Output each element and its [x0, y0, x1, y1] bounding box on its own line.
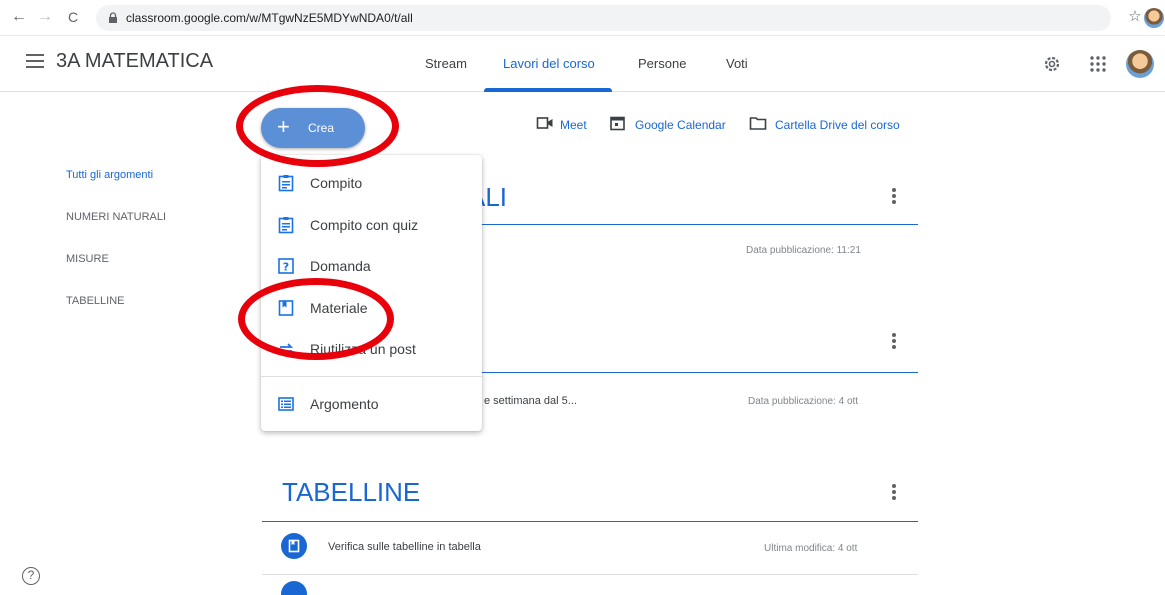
more-options-icon[interactable] — [892, 484, 896, 502]
menu-item-reuse-post[interactable]: Riutilizza un post — [261, 329, 482, 369]
menu-item-material[interactable]: Materiale — [261, 288, 482, 328]
menu-item-label: Argomento — [310, 396, 379, 412]
settings-gear-icon[interactable] — [1042, 54, 1062, 74]
apps-grid-icon[interactable] — [1088, 54, 1108, 74]
create-menu: Compito Compito con quiz ? Domanda Mater… — [261, 155, 482, 431]
more-options-icon[interactable] — [892, 188, 896, 206]
list-item-title[interactable]: e settimana dal 5... — [484, 395, 577, 407]
item-date: Data pubblicazione: 11:21 — [746, 245, 861, 256]
menu-item-label: Materiale — [310, 300, 368, 316]
topic-misure[interactable]: MISURE — [66, 253, 109, 265]
tab-grades[interactable]: Voti — [726, 56, 748, 71]
item-date: Data pubblicazione: 4 ott — [748, 396, 859, 407]
assignment-icon — [278, 175, 294, 192]
browser-profile-avatar[interactable] — [1144, 8, 1164, 28]
more-options-icon[interactable] — [892, 333, 896, 351]
google-calendar-link[interactable]: Google Calendar — [635, 118, 726, 132]
reuse-icon — [278, 343, 294, 355]
app-header: 3A MATEMATICA Stream Lavori del corso Pe… — [0, 36, 1165, 92]
bookmark-star-icon[interactable]: ☆ — [1124, 6, 1146, 28]
menu-item-label: Compito — [310, 175, 363, 191]
help-icon[interactable]: ? — [22, 567, 40, 585]
menu-item-label: Compito con quiz — [310, 217, 419, 233]
menu-item-label: Domanda — [310, 258, 371, 274]
account-avatar[interactable] — [1126, 50, 1154, 78]
active-tab-indicator — [484, 88, 612, 92]
tab-stream[interactable]: Stream — [425, 56, 467, 71]
tab-classwork[interactable]: Lavori del corso — [503, 56, 595, 71]
plus-icon: + — [277, 114, 290, 139]
material-item-icon — [281, 533, 307, 559]
menu-item-assignment[interactable]: Compito — [261, 163, 482, 203]
topic-icon — [278, 397, 294, 411]
section-title-tabelline: TABELLINE — [282, 477, 421, 507]
menu-item-label: Riutilizza un post — [310, 341, 416, 357]
tab-people[interactable]: Persone — [638, 56, 686, 71]
address-bar[interactable]: classroom.google.com/w/MTgwNzE5MDYwNDA0/… — [96, 5, 1111, 31]
class-title[interactable]: 3A MATEMATICA — [56, 50, 213, 73]
material-icon — [278, 300, 294, 316]
reload-icon[interactable]: C — [62, 6, 84, 28]
quiz-assignment-icon — [278, 217, 294, 234]
meet-link[interactable]: Meet — [560, 118, 587, 132]
section-divider — [262, 521, 918, 522]
svg-text:?: ? — [283, 261, 289, 274]
item-date: Ultima modifica: 4 ott — [764, 543, 858, 554]
menu-item-question[interactable]: ? Domanda — [261, 246, 482, 286]
menu-divider — [261, 376, 482, 377]
back-icon[interactable]: ← — [8, 6, 30, 28]
drive-folder-link[interactable]: Cartella Drive del corso — [775, 118, 900, 132]
row-divider — [262, 574, 918, 575]
video-camera-icon — [536, 117, 553, 129]
question-icon: ? — [278, 258, 294, 274]
menu-item-quiz-assignment[interactable]: Compito con quiz — [261, 205, 482, 245]
browser-toolbar: ← → C classroom.google.com/w/MTgwNzE5MDY… — [0, 0, 1165, 36]
hamburger-menu-icon[interactable] — [26, 54, 44, 68]
forward-icon[interactable]: → — [34, 6, 56, 28]
lock-icon — [109, 12, 117, 23]
topic-tabelline[interactable]: TABELLINE — [66, 295, 125, 307]
calendar-icon — [610, 116, 625, 131]
material-item-icon — [281, 581, 307, 595]
topic-all[interactable]: Tutti gli argomenti — [66, 169, 153, 181]
folder-icon — [749, 117, 767, 130]
create-button[interactable]: + Crea — [261, 108, 365, 148]
url-text: classroom.google.com/w/MTgwNzE5MDYwNDA0/… — [126, 11, 413, 25]
create-label: Crea — [308, 121, 335, 135]
list-item-title[interactable]: Verifica sulle tabelline in tabella — [328, 541, 481, 553]
topic-numeri-naturali[interactable]: NUMERI NATURALI — [66, 211, 166, 223]
menu-item-topic[interactable]: Argomento — [261, 384, 482, 424]
